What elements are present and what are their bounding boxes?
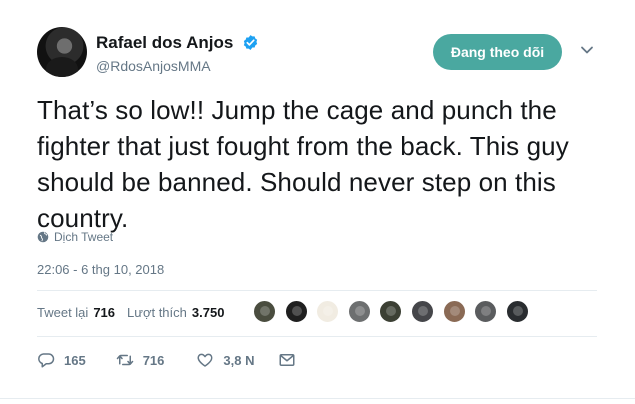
retweet-count: 716 <box>142 352 165 368</box>
likes-stat[interactable]: Lượt thích 3.750 <box>127 305 224 320</box>
retweets-value: 716 <box>93 305 116 320</box>
divider <box>37 290 597 291</box>
verified-badge-icon <box>243 35 258 50</box>
translate-label: Dịch Tweet <box>54 230 114 244</box>
tweet-text: That’s so low!! Jump the cage and punch … <box>37 95 569 233</box>
author-handle[interactable]: @RdosAnjosMMA <box>96 58 211 74</box>
like-button[interactable]: 3,8 N <box>196 351 254 369</box>
reply-icon <box>38 353 55 368</box>
globe-icon <box>37 231 49 243</box>
liker-avatar[interactable] <box>379 300 403 323</box>
tweet-actions: 165 716 3,8 N <box>37 351 296 369</box>
heart-icon <box>197 353 213 367</box>
reply-button[interactable]: 165 <box>37 351 86 369</box>
retweets-label: Tweet lại <box>37 305 89 320</box>
liker-avatar[interactable] <box>253 300 276 323</box>
following-button[interactable]: Đang theo dõi <box>433 34 562 70</box>
liker-avatars <box>253 300 537 323</box>
translate-tweet-link[interactable]: Dịch Tweet <box>37 230 113 244</box>
liker-avatar[interactable] <box>347 300 371 323</box>
avatar[interactable] <box>37 27 87 77</box>
tweet-card: Rafael dos Anjos @RdosAnjosMMA Đang theo… <box>0 0 635 404</box>
chevron-down-icon[interactable] <box>580 45 594 55</box>
retweet-button[interactable]: 716 <box>116 351 165 369</box>
author-name[interactable]: Rafael dos Anjos <box>96 33 233 53</box>
retweets-stat[interactable]: Tweet lại 716 <box>37 305 115 320</box>
likes-label: Lượt thích <box>127 305 187 320</box>
likes-value: 3.750 <box>191 305 225 320</box>
mail-icon <box>279 354 295 366</box>
liker-avatar[interactable] <box>316 300 340 323</box>
liker-avatar[interactable] <box>474 300 498 323</box>
tweet-stats: Tweet lại 716 Lượt thích 3.750 <box>37 305 224 320</box>
bottom-border <box>0 398 635 399</box>
liker-avatar[interactable] <box>505 300 529 323</box>
divider <box>37 336 597 337</box>
liker-avatar[interactable] <box>284 300 308 323</box>
liker-avatar[interactable] <box>442 300 466 323</box>
liker-avatar[interactable] <box>410 300 434 323</box>
reply-count: 165 <box>64 352 86 368</box>
retweet-icon <box>116 354 133 366</box>
tweet-timestamp[interactable]: 22:06 - 6 thg 10, 2018 <box>37 262 164 277</box>
like-count: 3,8 N <box>223 352 255 368</box>
direct-message-button[interactable] <box>278 351 296 369</box>
